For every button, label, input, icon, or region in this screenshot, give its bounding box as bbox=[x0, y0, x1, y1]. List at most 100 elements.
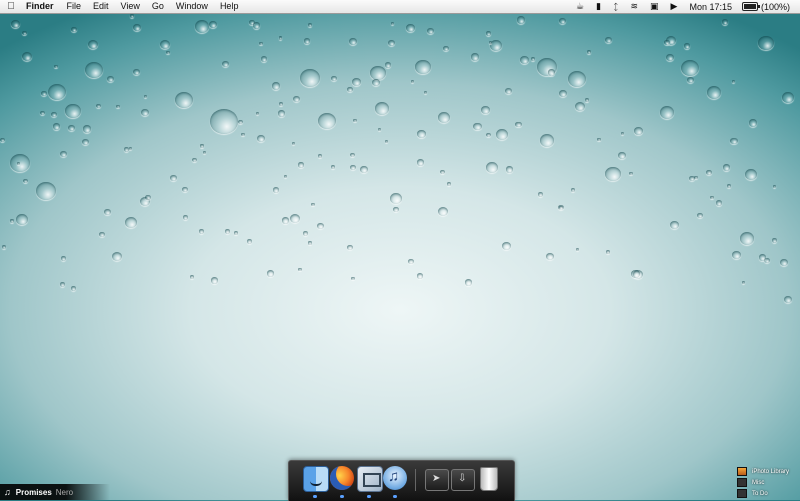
droplet bbox=[189, 274, 195, 279]
apple-menu-icon[interactable]:  bbox=[0, 1, 22, 12]
wifi-icon[interactable]: ≋ bbox=[630, 1, 638, 12]
droplet bbox=[112, 252, 122, 261]
menu-help[interactable]: Help bbox=[214, 0, 245, 13]
droplet bbox=[317, 222, 324, 229]
droplet bbox=[2, 245, 7, 250]
stack-label: To Do bbox=[752, 490, 768, 497]
firefox-icon[interactable] bbox=[330, 466, 354, 490]
clock[interactable]: Mon 17:15 bbox=[689, 2, 732, 12]
droplet bbox=[348, 37, 357, 46]
droplet bbox=[370, 66, 386, 81]
droplet bbox=[21, 30, 27, 36]
running-indicator bbox=[340, 495, 344, 498]
droplet bbox=[660, 106, 674, 119]
droplet bbox=[621, 131, 625, 135]
droplet bbox=[417, 273, 424, 279]
itunes-icon[interactable] bbox=[383, 466, 407, 490]
droplet bbox=[721, 19, 729, 26]
droplet bbox=[784, 296, 792, 304]
menu-bar:  Finder File Edit View Go Window Help ☕… bbox=[0, 0, 800, 14]
droplet bbox=[200, 144, 204, 148]
droplet bbox=[545, 252, 555, 261]
droplet bbox=[727, 184, 731, 188]
menu-window[interactable]: Window bbox=[170, 0, 214, 13]
droplet bbox=[666, 36, 676, 45]
menu-file[interactable]: File bbox=[61, 0, 88, 13]
dock-separator bbox=[415, 469, 416, 491]
droplet bbox=[128, 147, 133, 151]
droplet bbox=[489, 41, 493, 45]
droplet bbox=[438, 207, 448, 216]
iphoto-icon bbox=[737, 467, 747, 476]
droplet bbox=[317, 154, 323, 159]
droplet bbox=[758, 36, 774, 51]
droplet bbox=[470, 53, 480, 62]
droplet bbox=[547, 69, 556, 77]
droplet bbox=[107, 75, 115, 82]
coffee-cup-icon[interactable]: ☕ bbox=[576, 1, 584, 12]
droplet bbox=[259, 42, 263, 46]
menu-app-finder[interactable]: Finder bbox=[22, 0, 61, 13]
menu-view[interactable]: View bbox=[115, 0, 146, 13]
droplet bbox=[741, 280, 746, 284]
stack-item-todo[interactable]: To Do bbox=[737, 488, 799, 499]
droplet bbox=[116, 104, 121, 108]
droplet bbox=[686, 77, 694, 84]
droplet bbox=[70, 286, 77, 292]
droplet bbox=[406, 23, 416, 32]
menu-go[interactable]: Go bbox=[146, 0, 170, 13]
droplet bbox=[346, 244, 353, 250]
droplet bbox=[393, 207, 399, 213]
downloads-folder-icon[interactable]: ⇩ bbox=[451, 469, 475, 491]
droplet bbox=[697, 212, 703, 218]
droplet bbox=[780, 259, 788, 267]
menu-edit[interactable]: Edit bbox=[87, 0, 115, 13]
stack-item-iphoto[interactable]: iPhoto Library bbox=[737, 466, 799, 477]
mail-icon[interactable] bbox=[357, 466, 383, 492]
droplet bbox=[10, 154, 30, 172]
droplet bbox=[443, 45, 449, 52]
droplet bbox=[282, 217, 290, 224]
droplet bbox=[82, 125, 92, 133]
droplet bbox=[266, 269, 275, 277]
droplet bbox=[371, 78, 381, 87]
bluetooth-icon[interactable]: ᛨ bbox=[613, 2, 618, 12]
droplet bbox=[666, 54, 675, 62]
droplet bbox=[630, 269, 640, 278]
trash-icon[interactable] bbox=[480, 467, 498, 491]
battery-indicator[interactable]: (100%) bbox=[741, 2, 790, 12]
droplet bbox=[707, 86, 721, 99]
droplet bbox=[446, 182, 452, 186]
droplet bbox=[353, 118, 357, 122]
now-playing-artist: Nero bbox=[55, 487, 74, 497]
stack-item-misc[interactable]: Misc bbox=[737, 477, 799, 488]
now-playing-bar[interactable]: ♫ Promises Nero bbox=[0, 484, 110, 500]
droplet bbox=[52, 123, 61, 131]
signal-bars-icon[interactable]: ▮ bbox=[596, 1, 601, 12]
volume-icon[interactable]: ▶ bbox=[671, 1, 678, 12]
droplet bbox=[71, 27, 77, 33]
droplet bbox=[202, 150, 207, 154]
applications-folder-icon[interactable]: ➤ bbox=[425, 469, 449, 491]
droplet bbox=[490, 40, 502, 51]
droplet bbox=[68, 124, 75, 131]
droplet bbox=[439, 169, 445, 175]
display-icon[interactable]: ▣ bbox=[650, 1, 659, 12]
desktop-stack-list: iPhoto Library Misc To Do bbox=[737, 466, 799, 499]
droplet bbox=[559, 89, 567, 97]
droplet bbox=[246, 238, 253, 244]
droplet bbox=[255, 112, 259, 116]
droplet bbox=[426, 28, 434, 35]
music-note-icon: ♫ bbox=[4, 487, 11, 497]
droplet bbox=[50, 111, 57, 118]
finder-icon[interactable] bbox=[303, 466, 329, 492]
running-indicator bbox=[367, 495, 371, 498]
running-indicator bbox=[393, 495, 397, 498]
droplet bbox=[130, 14, 134, 18]
droplet bbox=[261, 56, 268, 62]
download-arrow-icon: ⇩ bbox=[458, 473, 467, 484]
droplet bbox=[145, 194, 151, 200]
droplet bbox=[584, 97, 589, 102]
droplet bbox=[291, 142, 295, 146]
droplet bbox=[586, 50, 592, 55]
